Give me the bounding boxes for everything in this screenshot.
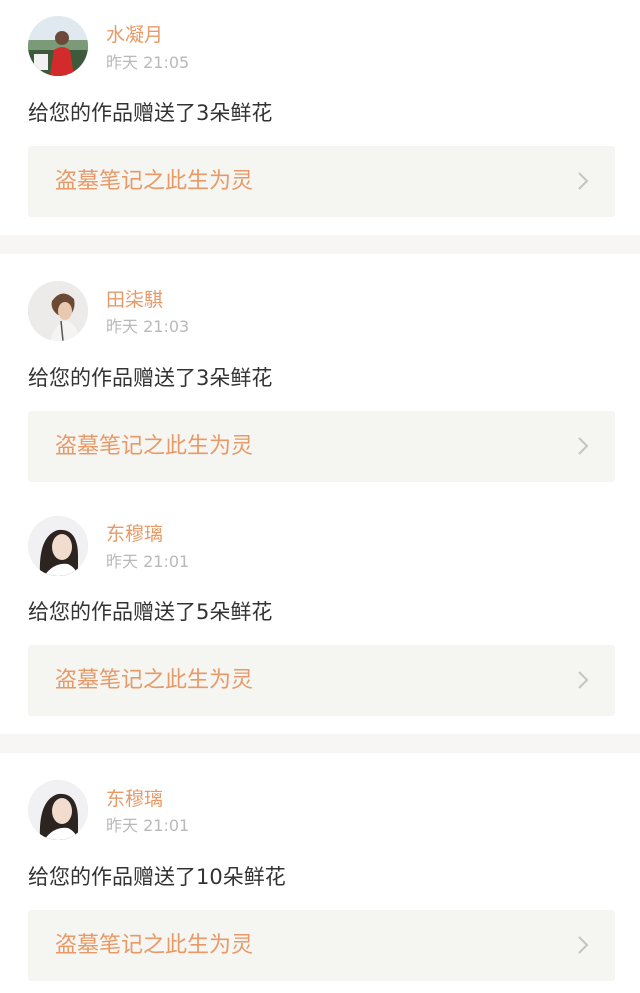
notification-card: 田柒騏 昨天 21:03 给您的作品赠送了3朵鲜花 盗墓笔记之此生为灵 <box>0 254 640 499</box>
timestamp: 昨天 21:05 <box>106 53 190 72</box>
work-link-button[interactable]: 盗墓笔记之此生为灵 <box>28 146 615 217</box>
gift-notification-list: 水凝月 昨天 21:05 给您的作品赠送了3朵鲜花 盗墓笔记之此生为灵 田柒騏 … <box>0 0 640 993</box>
avatar-photo-icon <box>28 281 88 341</box>
user-name[interactable]: 水凝月 <box>106 24 163 46</box>
work-link-button[interactable]: 盗墓笔记之此生为灵 <box>28 645 615 716</box>
chevron-right-icon <box>578 172 589 190</box>
timestamp: 昨天 21:01 <box>106 816 190 835</box>
gift-message: 给您的作品赠送了10朵鲜花 <box>28 865 286 889</box>
avatar-photo-icon <box>28 516 88 576</box>
timestamp: 昨天 21:03 <box>106 317 190 336</box>
avatar-photo-icon <box>28 16 88 76</box>
user-name[interactable]: 东穆璃 <box>106 788 163 810</box>
section-divider <box>0 235 640 254</box>
avatar-photo-icon <box>28 780 88 840</box>
gift-message: 给您的作品赠送了3朵鲜花 <box>28 101 273 125</box>
user-avatar[interactable] <box>28 16 88 76</box>
chevron-right-icon <box>578 936 589 954</box>
user-name[interactable]: 东穆璃 <box>106 523 163 545</box>
notification-card: 东穆璃 昨天 21:01 给您的作品赠送了10朵鲜花 盗墓笔记之此生为灵 <box>0 753 640 993</box>
user-name[interactable]: 田柒騏 <box>106 289 163 311</box>
chevron-right-icon <box>578 437 589 455</box>
user-avatar[interactable] <box>28 780 88 840</box>
gift-message: 给您的作品赠送了5朵鲜花 <box>28 600 273 624</box>
notification-card: 东穆璃 昨天 21:01 给您的作品赠送了5朵鲜花 盗墓笔记之此生为灵 <box>0 499 640 734</box>
section-divider <box>0 734 640 753</box>
work-title: 盗墓笔记之此生为灵 <box>55 933 254 958</box>
timestamp: 昨天 21:01 <box>106 552 190 571</box>
gift-message: 给您的作品赠送了3朵鲜花 <box>28 366 273 390</box>
work-title: 盗墓笔记之此生为灵 <box>55 169 254 194</box>
chevron-right-icon <box>578 671 589 689</box>
work-title: 盗墓笔记之此生为灵 <box>55 668 254 693</box>
work-title: 盗墓笔记之此生为灵 <box>55 434 254 459</box>
notification-card: 水凝月 昨天 21:05 给您的作品赠送了3朵鲜花 盗墓笔记之此生为灵 <box>0 0 640 235</box>
work-link-button[interactable]: 盗墓笔记之此生为灵 <box>28 411 615 482</box>
user-avatar[interactable] <box>28 281 88 341</box>
work-link-button[interactable]: 盗墓笔记之此生为灵 <box>28 910 615 981</box>
user-avatar[interactable] <box>28 516 88 576</box>
